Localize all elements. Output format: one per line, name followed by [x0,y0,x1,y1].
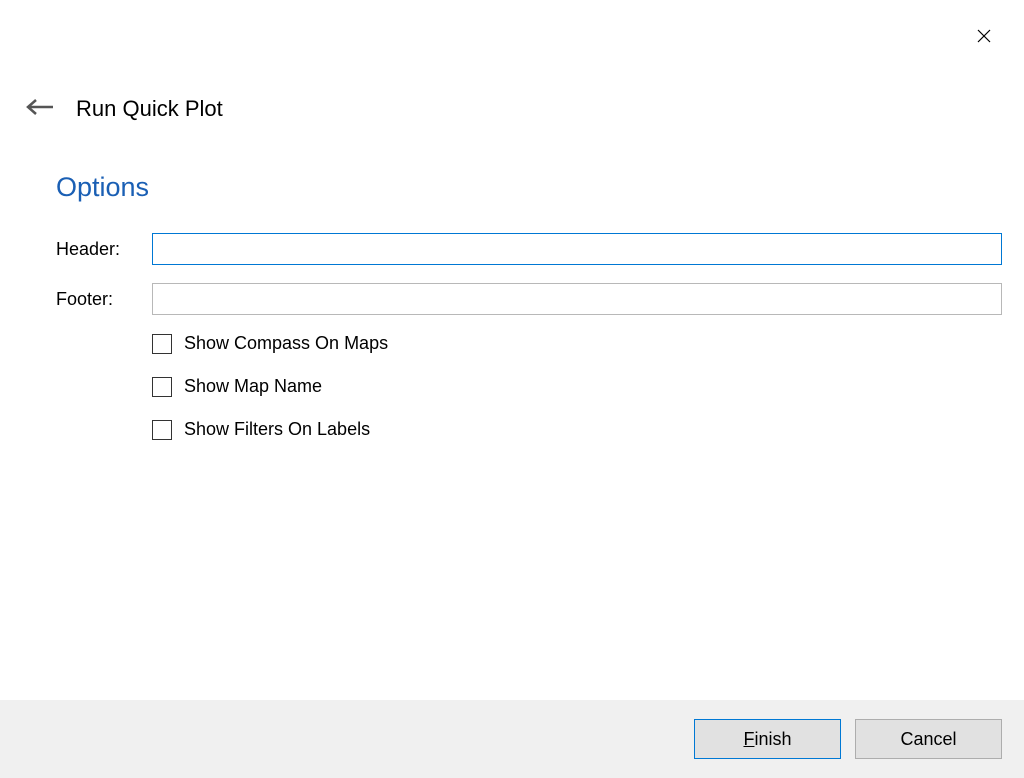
finish-button-label: Finish [743,729,791,750]
footer-bar: Finish Cancel [0,700,1024,778]
section-title: Options [56,172,1002,203]
show-compass-label: Show Compass On Maps [184,333,388,354]
close-button[interactable] [974,28,994,48]
footer-label: Footer: [56,289,152,310]
show-compass-checkbox[interactable] [152,334,172,354]
cancel-button[interactable]: Cancel [855,719,1002,759]
header-label: Header: [56,239,152,260]
cancel-button-label: Cancel [900,729,956,750]
page-title: Run Quick Plot [76,96,223,122]
arrow-left-icon [26,98,54,121]
show-map-name-label: Show Map Name [184,376,322,397]
close-icon [977,29,991,48]
footer-input[interactable] [152,283,1002,315]
back-button[interactable] [26,97,54,121]
show-filters-label: Show Filters On Labels [184,419,370,440]
show-map-name-checkbox[interactable] [152,377,172,397]
header-input[interactable] [152,233,1002,265]
show-filters-checkbox[interactable] [152,420,172,440]
finish-button[interactable]: Finish [694,719,841,759]
